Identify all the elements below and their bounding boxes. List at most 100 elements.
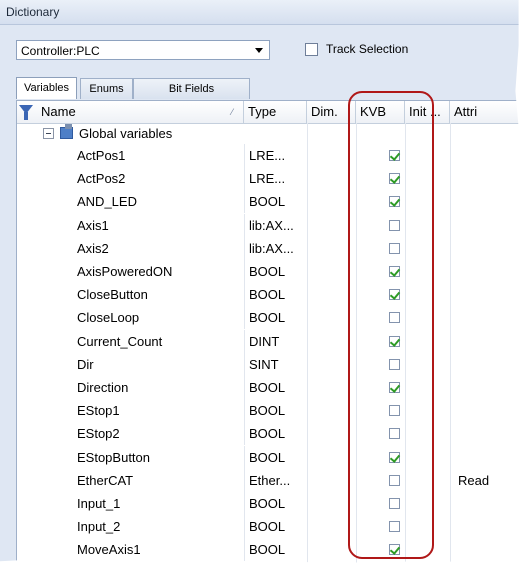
variable-attributes	[452, 283, 525, 306]
variable-attributes	[452, 422, 525, 445]
variable-name: EStop1	[77, 403, 120, 419]
toolbar: Controller:PLC Track Selection	[0, 25, 525, 77]
kvb-checkbox[interactable]	[389, 173, 400, 185]
kvb-checkbox[interactable]	[389, 382, 400, 393]
column-header-type-label: Type	[248, 104, 277, 119]
variable-name: Input_2	[77, 519, 121, 535]
column-header-kvb[interactable]: KVB	[356, 101, 405, 123]
column-header-init[interactable]: Init ...	[405, 101, 450, 123]
kvb-checkbox[interactable]	[389, 150, 400, 161]
kvb-checkbox[interactable]	[389, 358, 400, 370]
variable-type: BOOL	[244, 260, 307, 283]
kvb-checkbox[interactable]	[389, 196, 400, 208]
variable-name: Dir	[77, 356, 94, 372]
column-header-type[interactable]: Type	[244, 101, 307, 123]
variable-attributes	[452, 214, 525, 237]
table-row[interactable]: Input_2 BOOL	[17, 515, 525, 539]
chevron-down-icon[interactable]	[255, 48, 263, 53]
column-header-dim[interactable]: Dim.	[307, 101, 356, 123]
table-row[interactable]: Input_1 BOOL	[17, 492, 525, 515]
table-row[interactable]: Dir SINT	[17, 352, 525, 376]
kvb-checkbox[interactable]	[389, 474, 400, 486]
table-row[interactable]: AxisPoweredON BOOL	[17, 260, 525, 283]
variable-attributes	[452, 376, 525, 399]
variable-attributes	[452, 237, 525, 260]
kvb-checkbox[interactable]	[389, 289, 400, 301]
kvb-checkbox[interactable]	[389, 428, 400, 440]
variable-attributes	[452, 353, 525, 376]
variable-name: EStopButton	[77, 449, 150, 465]
tab-enums[interactable]: Enums	[80, 78, 133, 99]
variable-type: BOOL	[244, 422, 307, 446]
variable-type: BOOL	[244, 376, 307, 399]
table-row[interactable]: CloseLoop BOOL	[17, 306, 525, 330]
kvb-checkbox[interactable]	[389, 544, 400, 556]
controller-dropdown[interactable]: Controller:PLC	[16, 40, 270, 60]
tab-variables-label: Variables	[23, 82, 70, 94]
kvb-checkbox[interactable]	[389, 451, 400, 463]
dictionary-window: Dictionary Controller:PLC Track Selectio…	[0, 0, 525, 569]
kvb-checkbox[interactable]	[389, 498, 400, 509]
table-row[interactable]: AND_LED BOOL	[17, 190, 525, 214]
table-row[interactable]: Direction BOOL	[17, 376, 525, 399]
collapse-icon[interactable]	[43, 128, 54, 139]
variable-attributes	[452, 260, 525, 283]
table-row[interactable]: EStop2 BOOL	[17, 422, 525, 446]
variable-name: ActPos2	[77, 171, 126, 187]
variable-type: BOOL	[244, 445, 307, 469]
kvb-checkbox[interactable]	[389, 219, 400, 231]
variable-name: MoveAxis1	[77, 542, 141, 558]
filter-icon	[19, 105, 33, 120]
variable-name: Axis1	[77, 217, 109, 233]
tab-enums-label: Enums	[89, 83, 124, 95]
variable-name: CloseButton	[77, 287, 148, 303]
variable-type: BOOL	[244, 306, 307, 330]
kvb-checkbox[interactable]	[389, 335, 400, 347]
sort-ascending-icon: ⁄	[231, 107, 233, 117]
variable-attributes	[452, 306, 525, 329]
table-row[interactable]: ActPos2 LRE...	[17, 167, 525, 191]
column-header-attributes[interactable]: Attri	[450, 101, 525, 123]
variables-grid: Name ⁄ Type Dim. KVB Init ... Attri Glob…	[16, 100, 525, 569]
filter-button[interactable]	[17, 101, 37, 123]
table-row[interactable]: MoveAxis1 BOOL	[17, 538, 525, 562]
variable-name: ActPos1	[77, 148, 126, 163]
column-header-name[interactable]: Name ⁄	[37, 101, 244, 123]
table-row[interactable]: ActPos1 LRE...	[17, 144, 525, 167]
column-header-name-label: Name	[41, 104, 76, 119]
track-selection-checkbox[interactable]	[305, 43, 318, 56]
tab-variables[interactable]: Variables	[16, 77, 77, 99]
variable-type: DINT	[244, 329, 307, 353]
kvb-checkbox[interactable]	[389, 405, 400, 417]
variable-type: LRE...	[244, 144, 307, 167]
variable-type: BOOL	[244, 399, 307, 423]
track-selection-label: Track Selection	[326, 42, 409, 56]
kvb-checkbox[interactable]	[389, 266, 400, 277]
variable-type: Ether...	[244, 468, 307, 492]
group-row-global-variables[interactable]: Global variables	[17, 124, 525, 144]
variable-name: Direction	[77, 380, 129, 395]
variable-name: AxisPoweredON	[77, 264, 173, 279]
table-row[interactable]: EStopButton BOOL	[17, 445, 525, 469]
table-row[interactable]: Axis2 lib:AX...	[17, 236, 525, 260]
table-row[interactable]: EStop1 BOOL	[17, 399, 525, 423]
table-row[interactable]: EtherCAT Ether... Read	[17, 468, 525, 492]
kvb-checkbox[interactable]	[389, 242, 400, 254]
controller-dropdown-value: Controller:PLC	[21, 44, 100, 58]
variable-type: BOOL	[244, 190, 307, 214]
variable-type: BOOL	[244, 538, 307, 562]
variable-name: CloseLoop	[77, 310, 140, 326]
variable-attributes	[452, 492, 525, 515]
table-row[interactable]: Axis1 lib:AX...	[17, 213, 525, 237]
tab-bit-fields[interactable]: Bit Fields	[133, 78, 250, 99]
table-row[interactable]: CloseButton BOOL	[17, 283, 525, 307]
variable-type: SINT	[244, 352, 307, 376]
kvb-checkbox[interactable]	[389, 521, 400, 533]
variable-attributes	[452, 330, 525, 353]
table-row[interactable]: Current_Count DINT	[17, 329, 525, 353]
title-bar: Dictionary	[0, 0, 525, 25]
grid-header: Name ⁄ Type Dim. KVB Init ... Attri	[17, 101, 525, 124]
variable-attributes	[452, 144, 525, 167]
variable-attributes	[452, 190, 525, 213]
kvb-checkbox[interactable]	[389, 312, 400, 324]
